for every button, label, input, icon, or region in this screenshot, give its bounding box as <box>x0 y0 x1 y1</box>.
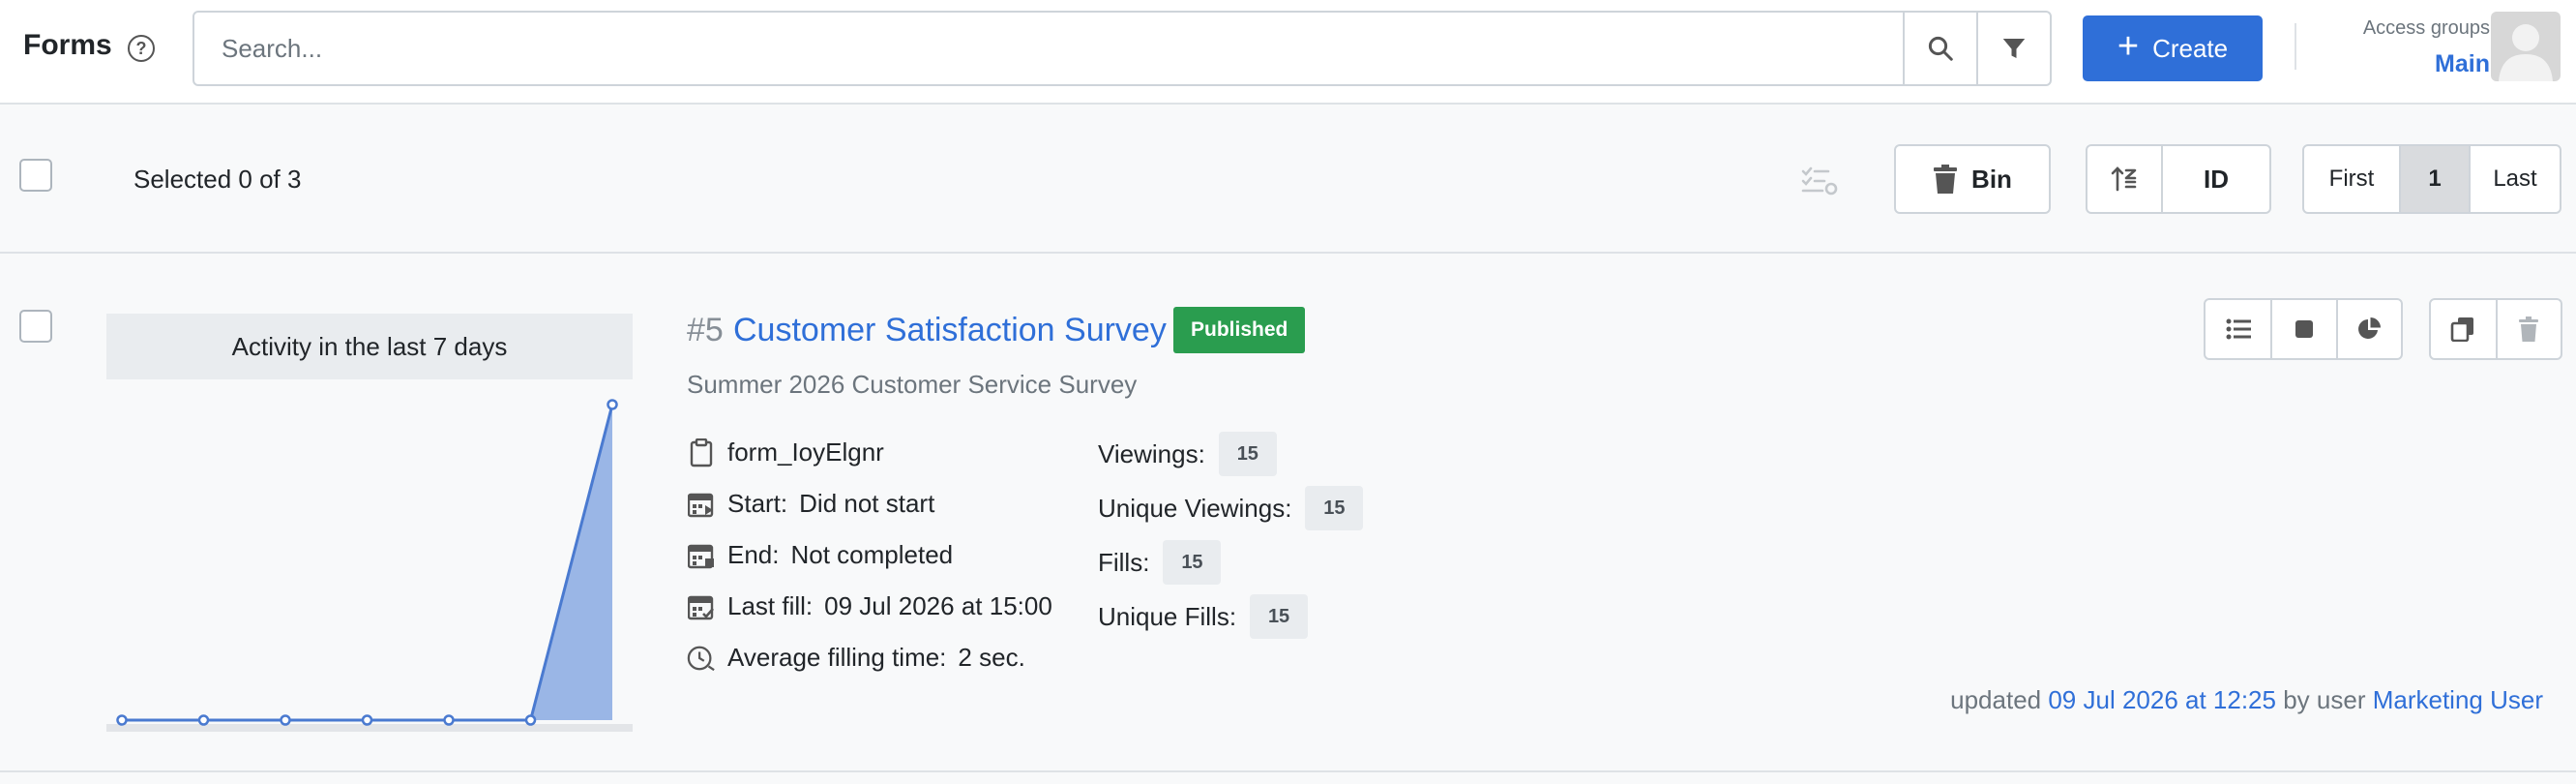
plus-icon: + <box>2117 26 2140 67</box>
list-icon <box>2226 318 2251 340</box>
form-code: form_IoyElgnr <box>727 437 884 467</box>
viewings-count: 15 <box>1218 432 1277 476</box>
form-select-checkbox[interactable] <box>19 310 52 343</box>
form-subtitle: Summer 2026 Customer Service Survey <box>687 370 1138 399</box>
page-title: Forms <box>23 29 112 61</box>
clipboard-icon <box>687 437 716 467</box>
create-button[interactable]: + Create <box>2083 15 2263 81</box>
pager-page-button[interactable]: 1 <box>2401 146 2471 212</box>
end-value: Not completed <box>790 540 954 569</box>
updated-prefix: updated <box>1950 685 2042 714</box>
access-groups-label: Access groups <box>2362 17 2490 39</box>
select-all-checkbox[interactable] <box>19 159 52 192</box>
access-groups-value[interactable]: Main <box>2322 50 2490 78</box>
list-view-button[interactable] <box>2206 300 2270 358</box>
form-code-row: form_IoyElgnr <box>687 437 884 467</box>
start-label: Start: <box>727 489 788 518</box>
unique-fills-row: Unique Fills: 15 <box>1098 594 1309 639</box>
chart-point-3 <box>361 714 373 726</box>
unique-viewings-row: Unique Viewings: 15 <box>1098 486 1364 530</box>
trash-icon <box>2519 317 2539 342</box>
search-icon <box>1928 36 1953 61</box>
top-header: Forms ? + Create Access groups Main <box>0 0 2576 105</box>
filter-icon <box>2002 39 2026 58</box>
delete-button[interactable] <box>2495 300 2561 358</box>
list-toolbar: Selected 0 of 3 Bin ID First 1 Last <box>0 105 2576 254</box>
chart-area <box>122 405 612 720</box>
calendar-check-icon <box>687 592 716 621</box>
avg-time-label: Average filling time: <box>727 643 947 672</box>
form-manage-actions <box>2429 298 2562 360</box>
stop-button[interactable] <box>2270 300 2335 358</box>
pager-last-button[interactable]: Last <box>2471 146 2560 212</box>
copy-button[interactable] <box>2431 300 2496 358</box>
sort-ascending-icon <box>2111 166 2137 192</box>
updated-by-text: by user <box>2283 685 2366 714</box>
chart-point-5 <box>524 714 537 726</box>
create-button-label: Create <box>2152 33 2229 63</box>
updated-date-link[interactable]: 09 Jul 2026 at 12:25 <box>2048 685 2276 714</box>
filter-button[interactable] <box>1976 13 2050 84</box>
end-label: End: <box>727 540 780 569</box>
avg-time-row: Average filling time: 2 sec. <box>687 643 1025 673</box>
checklist-settings-icon[interactable] <box>1801 166 1838 196</box>
activity-chart <box>106 399 633 732</box>
sort-direction-button[interactable] <box>2087 146 2163 212</box>
start-value: Did not start <box>799 489 935 518</box>
avatar[interactable] <box>2491 12 2561 81</box>
chart-point-2 <box>280 714 291 726</box>
status-badge: Published <box>1173 307 1306 353</box>
clock-icon <box>687 644 716 673</box>
updated-info: updated 09 Jul 2026 at 12:25 by user Mar… <box>1950 685 2543 715</box>
sort-control: ID <box>2086 144 2271 214</box>
search-bar <box>192 11 2052 86</box>
last-fill-row: Last fill: 09 Jul 2026 at 15:00 <box>687 591 1052 621</box>
calendar-start-icon <box>687 490 716 519</box>
search-button[interactable] <box>1903 13 1976 84</box>
selected-count: Selected 0 of 3 <box>133 165 302 194</box>
viewings-row: Viewings: 15 <box>1098 432 1277 476</box>
bin-button-label: Bin <box>1971 164 2012 194</box>
form-title-link[interactable]: Customer Satisfaction Survey <box>733 312 1167 349</box>
sort-field-button[interactable]: ID <box>2163 146 2269 212</box>
header-divider <box>2295 23 2296 70</box>
viewings-label: Viewings: <box>1098 438 1205 468</box>
activity-title: Activity in the last 7 days <box>106 314 633 379</box>
copy-icon <box>2451 317 2474 342</box>
chart-line <box>122 404 614 722</box>
chart-point-0 <box>116 714 128 726</box>
search-input[interactable] <box>194 13 1903 84</box>
fills-label: Fills: <box>1098 547 1150 577</box>
last-fill-value: 09 Jul 2026 at 15:00 <box>824 591 1052 620</box>
unique-viewings-label: Unique Viewings: <box>1098 493 1292 523</box>
unique-fills-count: 15 <box>1250 594 1309 639</box>
fills-row: Fills: 15 <box>1098 540 1222 585</box>
pager-first-button[interactable]: First <box>2304 146 2401 212</box>
last-fill-label: Last fill: <box>727 591 814 620</box>
calendar-end-icon <box>687 541 716 570</box>
user-silhouette-icon <box>2499 24 2553 81</box>
pagination: First 1 Last <box>2302 144 2561 214</box>
unique-fills-label: Unique Fills: <box>1098 601 1237 631</box>
chart-point-4 <box>443 714 455 726</box>
updated-user-link[interactable]: Marketing User <box>2373 685 2543 714</box>
avg-time-value: 2 sec. <box>958 643 1025 672</box>
form-number: #5 <box>687 312 724 348</box>
chart-point-6 <box>607 399 618 410</box>
form-view-actions <box>2204 298 2403 360</box>
start-row: Start: Did not start <box>687 489 934 519</box>
fills-count: 15 <box>1163 540 1222 585</box>
help-icon[interactable]: ? <box>128 35 155 62</box>
stop-icon <box>2295 320 2313 338</box>
chart-point-1 <box>197 714 210 726</box>
bin-button[interactable]: Bin <box>1894 144 2051 214</box>
form-card: Activity in the last 7 days #5 Customer … <box>0 254 2576 772</box>
statistics-button[interactable] <box>2335 300 2401 358</box>
pie-chart-icon <box>2358 317 2382 339</box>
chart-baseline <box>106 724 633 732</box>
trash-icon <box>1934 165 1958 194</box>
end-row: End: Not completed <box>687 540 953 570</box>
unique-viewings-count: 15 <box>1305 486 1364 530</box>
